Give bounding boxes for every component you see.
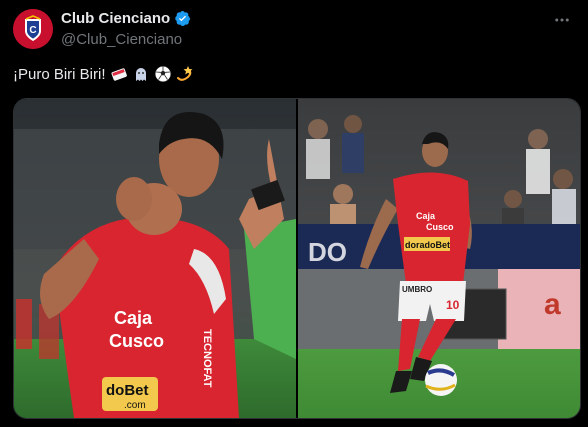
tweet-text-content: ¡Puro Biri Biri! — [13, 65, 106, 83]
match-sponsor-mid-text: Cusco — [426, 222, 454, 232]
soccer-ball-icon — [154, 66, 171, 82]
celebration-photo-image: Caja Cusco doBet .com TECNOFAT — [14, 99, 296, 418]
sponsor-top-text: Caja — [114, 308, 153, 328]
sponsor-bottom-text: doBet — [106, 382, 149, 399]
match-photo[interactable]: DO a Caja Cusco doradoBet UMBRO 10 — [298, 99, 580, 418]
match-sponsor-bottom-text: doradoBet — [405, 240, 450, 250]
author-name-row[interactable]: Club Cienciano — [61, 10, 191, 27]
avatar[interactable]: C — [13, 9, 53, 49]
board-text: a — [544, 288, 561, 321]
verified-badge-icon — [175, 11, 191, 26]
author-handle[interactable]: @Club_Cienciano — [61, 31, 182, 48]
media-grid: Caja Cusco doBet .com TECNOFAT DO a Caja… — [13, 98, 581, 419]
sponsor-mid-text: Cusco — [109, 331, 164, 351]
jersey-number-text: 10 — [446, 298, 460, 312]
svg-text:DO: DO — [308, 237, 347, 267]
shorts-text: UMBRO — [402, 285, 432, 294]
display-name[interactable]: Club Cienciano — [61, 10, 170, 27]
cienciano-crest-icon: C — [13, 9, 53, 49]
dizzy-icon — [176, 66, 193, 81]
sleeve-text: TECNOFAT — [201, 329, 213, 388]
svg-text:C: C — [29, 25, 36, 36]
more-dots-icon — [555, 18, 569, 22]
more-options-icon[interactable] — [550, 8, 574, 32]
card-icon — [110, 68, 127, 81]
tweet-text: ¡Puro Biri Biri! — [13, 65, 194, 83]
sponsor-bottom2-text: .com — [124, 400, 146, 411]
match-sponsor-top-text: Caja — [416, 211, 436, 221]
match-photo-image: DO a Caja Cusco doradoBet UMBRO 10 — [298, 99, 580, 418]
ghost-icon — [135, 68, 146, 81]
celebration-photo[interactable]: Caja Cusco doBet .com TECNOFAT — [14, 99, 296, 418]
